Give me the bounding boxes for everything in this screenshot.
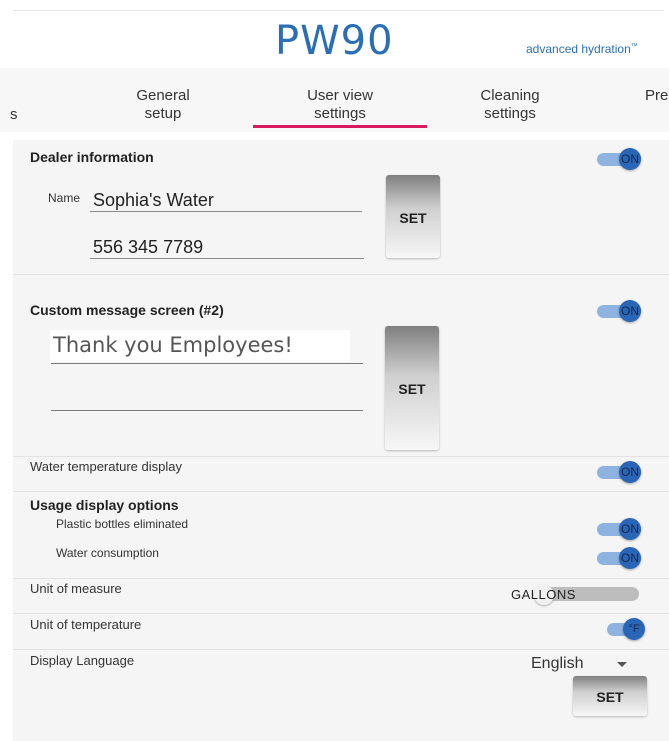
plastic-bottles-toggle[interactable]: ON	[597, 518, 643, 540]
unit-of-temperature-label: Unit of temperature	[30, 617, 142, 632]
active-tab-indicator	[253, 125, 427, 128]
display-language-label: Display Language	[30, 653, 135, 668]
unit-of-measure-label: Unit of measure	[30, 581, 122, 596]
set-button-label: SET	[398, 381, 426, 397]
tab-label-line1: User view	[307, 87, 373, 104]
tab-label: s	[10, 106, 18, 123]
tab-next-partial[interactable]: Pre	[645, 87, 669, 105]
tab-cleaning-settings[interactable]: Cleaning settings	[465, 87, 555, 123]
tab-label-line1: General	[136, 87, 190, 104]
custom-message-line1-input[interactable]: Thank you Employees!	[50, 330, 350, 362]
app-header: PW90 advanced hydration™	[13, 10, 664, 69]
divider	[13, 456, 669, 457]
tab-label-line2: settings	[484, 105, 536, 122]
dealer-phone-input[interactable]: 556 345 7789	[90, 235, 364, 259]
dealer-name-label: Name	[48, 191, 81, 205]
water-temp-toggle[interactable]: ON	[597, 461, 643, 483]
dealer-name-input[interactable]: Sophia's Water	[90, 188, 362, 212]
dealer-info-heading: Dealer information	[30, 149, 154, 165]
custom-message-toggle[interactable]: ON	[597, 300, 643, 322]
divider	[13, 274, 669, 275]
divider	[13, 491, 669, 492]
tab-user-view-settings[interactable]: User view settings	[290, 87, 390, 123]
pw90-logo: PW90	[275, 18, 394, 64]
tab-label-line2: setup	[144, 105, 182, 122]
divider	[13, 613, 669, 614]
settings-panel	[13, 140, 669, 741]
custom-message-heading: Custom message screen (#2)	[30, 302, 224, 318]
plastic-bottles-label: Plastic bottles eliminated	[56, 517, 189, 531]
tab-general-setup[interactable]: General setup	[120, 87, 206, 123]
message-line2-underline	[51, 410, 363, 411]
display-language-select[interactable]: English	[531, 654, 633, 676]
toggle-thumb: ON	[619, 547, 641, 569]
unit-of-temperature-toggle[interactable]: °F	[607, 618, 647, 640]
usage-display-heading: Usage display options	[30, 497, 179, 513]
chevron-down-icon	[617, 662, 627, 667]
water-temp-label: Water temperature display	[30, 459, 182, 474]
toggle-thumb: ON	[619, 148, 641, 170]
tab-previous-partial[interactable]: s	[10, 106, 18, 124]
settings-tab-bar: s General setup User view settings Clean…	[0, 68, 669, 132]
message-line1-underline	[51, 363, 363, 364]
dealer-info-toggle[interactable]: ON	[597, 148, 643, 170]
water-consumption-label: Water consumption	[56, 546, 159, 560]
tab-label: Pre	[645, 87, 669, 104]
dealer-set-button[interactable]: SET	[386, 175, 440, 258]
tagline: advanced hydration™	[526, 42, 638, 56]
divider	[13, 578, 669, 579]
tagline-text: advanced hydration	[526, 42, 631, 56]
divider	[13, 649, 669, 650]
toggle-thumb: °F	[623, 618, 645, 640]
unit-of-measure-toggle[interactable]: GALLONS	[511, 585, 639, 605]
tab-label-line1: Cleaning	[480, 87, 540, 104]
water-consumption-toggle[interactable]: ON	[597, 547, 643, 569]
set-button-label: SET	[596, 689, 624, 705]
trademark-symbol: ™	[630, 43, 638, 50]
selected-language: English	[531, 655, 584, 672]
toggle-thumb: ON	[619, 300, 641, 322]
toggle-thumb: ON	[619, 461, 641, 483]
custom-message-set-button[interactable]: SET	[385, 326, 439, 450]
language-set-button[interactable]: SET	[573, 676, 647, 716]
unit-of-measure-value: GALLONS	[511, 587, 576, 602]
toggle-thumb: ON	[619, 518, 641, 540]
custom-message-line2-input[interactable]	[50, 378, 363, 408]
set-button-label: SET	[399, 210, 427, 226]
tab-label-line2: settings	[314, 105, 366, 122]
